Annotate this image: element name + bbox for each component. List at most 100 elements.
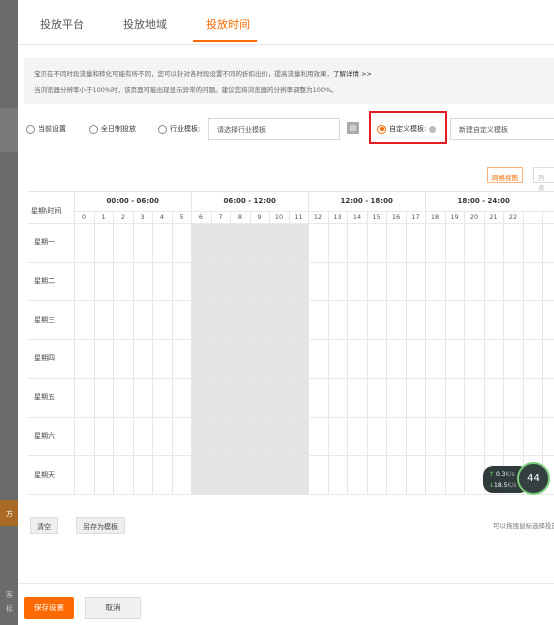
schedule-grid[interactable]: 星期\时间 00:00 - 06:00 06:00 - 12:00 12:00 - … xyxy=(28,191,554,511)
hour-gridline xyxy=(405,211,407,494)
hour-label: 10 xyxy=(274,213,284,221)
time-settings-dialog: 投放平台 投放地域 投放时间 宝贝在不同时段流量和转化可能有所不同，您可以针对各… xyxy=(18,0,554,625)
hour-label: 11 xyxy=(294,213,303,221)
radio-icon xyxy=(89,124,98,134)
hour-gridline xyxy=(171,211,173,494)
hour-gridline xyxy=(93,211,95,494)
list-view-button[interactable]: 列表 xyxy=(533,167,554,192)
day-label: 星期五 xyxy=(34,393,55,402)
radio-icon xyxy=(158,124,167,134)
hour-gridline xyxy=(444,211,446,494)
upload-speed: 0.3 xyxy=(495,471,506,478)
hour-gridline xyxy=(210,211,212,494)
hour-gridline xyxy=(288,211,290,494)
hour-gridline xyxy=(366,211,368,494)
hour-label: 13 xyxy=(333,213,342,221)
radio-all-day[interactable]: 全日制投放 xyxy=(89,123,136,135)
hour-label: 1 xyxy=(101,213,106,221)
day-gridline xyxy=(28,223,554,224)
cancel-button[interactable]: 取消 xyxy=(85,597,141,619)
hour-label: 14 xyxy=(352,213,362,221)
hour-gridline xyxy=(522,211,524,494)
download-speed: 18.5 xyxy=(494,482,508,489)
period-divider xyxy=(308,191,309,211)
hour-gridline xyxy=(483,211,485,494)
hour-label: 6 xyxy=(198,213,204,221)
hour-label: 3 xyxy=(140,213,145,221)
day-label: 星期一 xyxy=(34,238,55,247)
hour-label: 22 xyxy=(508,213,518,221)
tab-platform[interactable]: 投放平台 xyxy=(40,16,84,32)
day-gridline xyxy=(28,339,554,341)
hour-label: 7 xyxy=(218,213,223,221)
hour-label: 8 xyxy=(237,213,243,221)
tab-bar: 投放平台 投放地域 投放时间 xyxy=(18,0,554,45)
tab-region[interactable]: 投放地域 xyxy=(123,16,167,32)
learn-more-link[interactable]: 了解详情 >> xyxy=(333,70,372,78)
period-label: 12:00 - 18:00 xyxy=(340,197,393,205)
radio-icon xyxy=(377,124,386,134)
template-options: 当前设置 全日制投放 行业模板: 请选择行业模板 ▤ 自定义模板: 新建自定义模… xyxy=(18,111,554,144)
hour-gridline xyxy=(542,211,543,494)
day-gridline xyxy=(28,455,554,457)
grid-view-button[interactable]: 网格视图 xyxy=(487,167,523,183)
radio-label: 全日制投放 xyxy=(101,125,136,133)
notice-box: 宝贝在不同时段流量和转化可能有所不同，您可以针对各时段设置不同的折扣出价，提高流… xyxy=(24,58,554,104)
custom-template-select[interactable]: 新建自定义模板 xyxy=(450,118,554,140)
tab-time[interactable]: 投放时间 xyxy=(206,16,250,32)
header-divider xyxy=(74,211,554,212)
hour-gridline xyxy=(425,211,426,494)
hour-gridline xyxy=(269,211,270,494)
info-icon xyxy=(429,125,437,133)
hour-gridline xyxy=(347,211,348,494)
speed-unit: K/s xyxy=(507,482,517,489)
save-settings-button[interactable]: 保存设置 xyxy=(24,597,74,619)
radio-current-setting[interactable]: 当前设置 xyxy=(26,123,66,135)
hour-label: 5 xyxy=(179,213,184,221)
network-speed-widget: ↑ 0.3K/s ↓18.5K/s 44 xyxy=(479,462,554,495)
hour-label: 15 xyxy=(372,213,381,221)
hour-gridline xyxy=(74,211,75,494)
period-divider xyxy=(191,191,192,211)
hour-label: 19 xyxy=(450,213,459,221)
hour-gridline xyxy=(113,211,114,494)
hour-label: 4 xyxy=(159,213,165,221)
period-divider xyxy=(74,191,75,211)
background-label: 标 xyxy=(6,605,13,613)
hour-gridline xyxy=(191,211,192,494)
hour-gridline xyxy=(230,211,231,494)
period-label: 06:00 - 12:00 xyxy=(223,197,276,205)
hour-label: 17 xyxy=(411,213,420,221)
period-divider xyxy=(425,191,426,211)
save-as-template-button[interactable]: 另存为模板 xyxy=(76,517,125,534)
grid-corner-label: 星期\时间 xyxy=(31,207,62,215)
hour-gridline xyxy=(132,211,134,494)
day-gridline xyxy=(28,493,554,495)
hour-label: 12 xyxy=(313,213,323,221)
radio-custom-template[interactable]: 自定义模板: xyxy=(377,123,437,135)
template-icon[interactable]: ▤ xyxy=(347,122,359,134)
hour-gridline xyxy=(249,211,251,494)
radio-label: 行业模板: xyxy=(170,125,201,133)
industry-template-select[interactable]: 请选择行业模板 xyxy=(208,118,340,140)
radio-label: 自定义模板: xyxy=(389,125,427,133)
hour-gridline xyxy=(152,211,153,494)
hour-label: 21 xyxy=(489,213,498,221)
radio-label: 当前设置 xyxy=(38,125,66,133)
period-label: 00:00 - 06:00 xyxy=(106,197,159,205)
usage-percent: 44 xyxy=(527,473,540,484)
speed-unit: K/s xyxy=(505,471,515,478)
day-label: 星期天 xyxy=(34,470,55,479)
radio-icon xyxy=(26,124,35,134)
radio-industry-template[interactable]: 行业模板: xyxy=(158,123,200,135)
day-gridline xyxy=(28,416,554,418)
period-label: 18:00 - 24:00 xyxy=(457,197,510,205)
hour-gridline xyxy=(503,211,504,494)
day-label: 星期六 xyxy=(34,431,55,440)
background-label: 方 xyxy=(6,510,13,518)
background-block xyxy=(0,108,18,152)
hour-label: 2 xyxy=(120,213,126,221)
hour-gridline xyxy=(464,211,465,494)
day-gridline xyxy=(28,300,554,302)
clear-button[interactable]: 清空 xyxy=(30,517,58,534)
